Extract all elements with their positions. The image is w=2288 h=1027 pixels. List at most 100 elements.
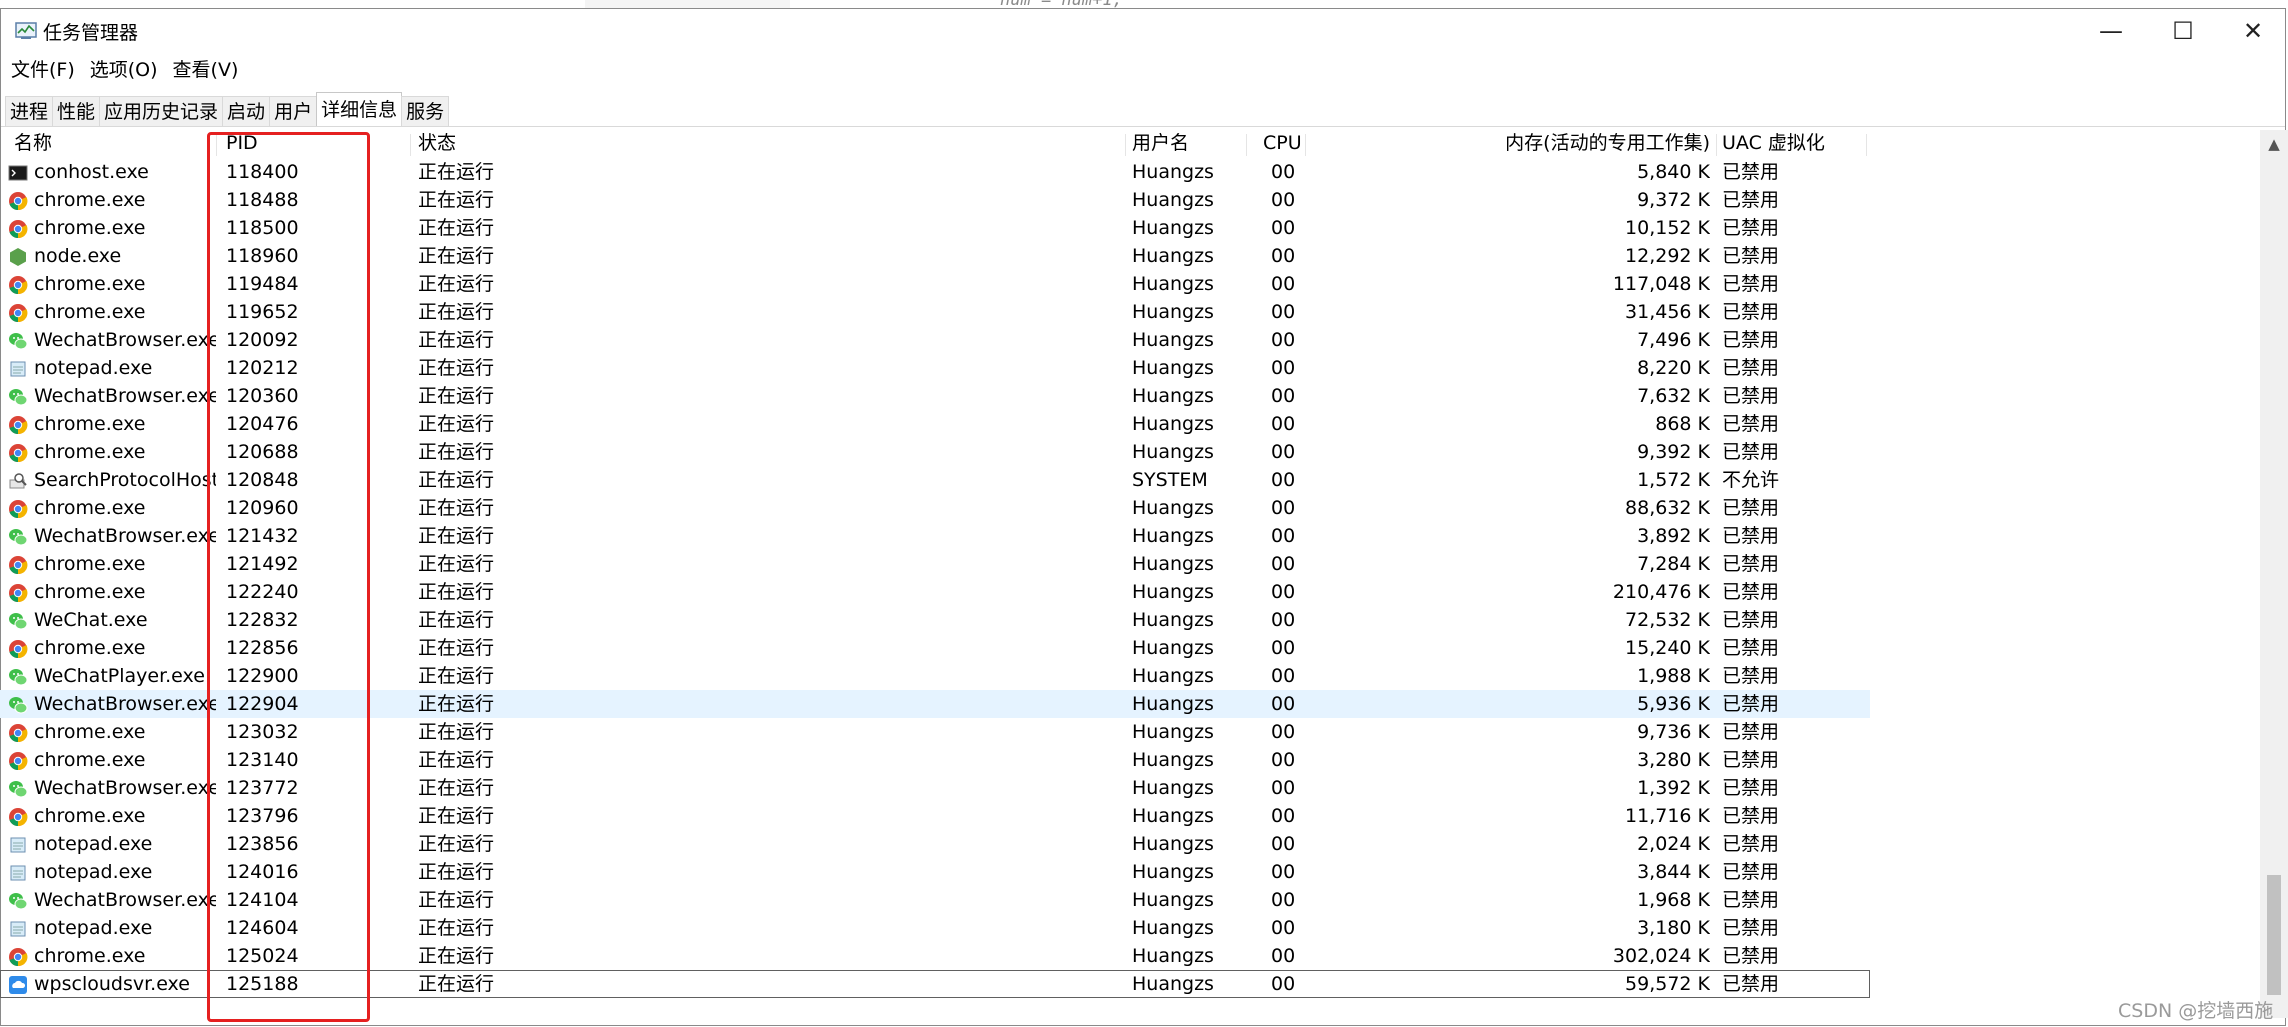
tab-processes[interactable]: 进程	[5, 96, 54, 127]
scroll-up-arrow-icon[interactable]: ▲	[2260, 130, 2288, 158]
column-header-name[interactable]: 名称	[14, 130, 52, 156]
chrome-icon	[8, 219, 28, 239]
column-separator[interactable]	[1125, 134, 1126, 156]
process-name: chrome.exe	[34, 721, 146, 743]
process-status: 正在运行	[418, 525, 495, 547]
process-name: chrome.exe	[34, 273, 146, 295]
window-title: 任务管理器	[43, 22, 139, 44]
tab-divider	[1, 126, 2285, 127]
close-button[interactable]: ✕	[2219, 9, 2285, 53]
column-header-uac[interactable]: UAC 虚拟化	[1722, 130, 1825, 156]
tab-startup[interactable]: 启动	[222, 96, 271, 127]
process-user: Huangzs	[1132, 581, 1214, 603]
column-header-cpu[interactable]: CPU	[1263, 130, 1302, 156]
process-uac: 已禁用	[1722, 945, 1780, 967]
process-status: 正在运行	[418, 917, 495, 939]
process-status: 正在运行	[418, 749, 495, 771]
process-uac: 已禁用	[1722, 525, 1780, 547]
process-name: chrome.exe	[34, 749, 146, 771]
process-name: chrome.exe	[34, 301, 146, 323]
maximize-button[interactable]: ☐	[2149, 9, 2217, 53]
process-uac: 已禁用	[1722, 245, 1780, 267]
column-header-memory[interactable]: 内存(活动的专用工作集)	[1380, 130, 1710, 156]
process-uac: 已禁用	[1722, 889, 1780, 911]
cloud-icon	[8, 975, 28, 995]
tab-details[interactable]: 详细信息	[316, 92, 403, 127]
process-status: 正在运行	[418, 777, 495, 799]
process-cpu: 00	[1271, 273, 1296, 295]
process-status: 正在运行	[418, 161, 495, 183]
process-uac: 已禁用	[1722, 581, 1780, 603]
process-cpu: 00	[1271, 721, 1296, 743]
title-bar[interactable]: 任务管理器 — ☐ ✕	[1, 9, 2285, 53]
process-user: Huangzs	[1132, 973, 1214, 995]
menu-file[interactable]: 文件(F)	[1, 55, 80, 85]
wechat-icon	[8, 667, 28, 687]
wechat-icon	[8, 387, 28, 407]
wechat-icon	[8, 779, 28, 799]
process-cpu: 00	[1271, 469, 1296, 491]
process-memory: 868 K	[1655, 413, 1710, 435]
notepad-icon	[8, 863, 28, 883]
process-name: WechatBrowser.exe	[34, 329, 216, 351]
process-name: chrome.exe	[34, 497, 146, 519]
tab-app-history[interactable]: 应用历史记录	[99, 96, 224, 127]
process-uac: 不允许	[1722, 469, 1780, 491]
process-memory: 72,532 K	[1625, 609, 1710, 631]
process-user: Huangzs	[1132, 833, 1214, 855]
process-memory: 59,572 K	[1625, 973, 1710, 995]
process-memory: 11,716 K	[1625, 805, 1710, 827]
column-separator[interactable]	[1246, 134, 1247, 156]
process-memory: 9,372 K	[1637, 189, 1710, 211]
scrollbar-thumb[interactable]	[2267, 875, 2281, 995]
wechat-icon	[8, 331, 28, 351]
process-status: 正在运行	[418, 805, 495, 827]
process-user: Huangzs	[1132, 609, 1214, 631]
process-memory: 3,892 K	[1637, 525, 1710, 547]
process-memory: 302,024 K	[1612, 945, 1710, 967]
process-name: notepad.exe	[34, 833, 153, 855]
process-cpu: 00	[1271, 833, 1296, 855]
process-memory: 117,048 K	[1612, 273, 1710, 295]
minimize-button[interactable]: —	[2077, 9, 2145, 53]
process-cpu: 00	[1271, 665, 1296, 687]
process-uac: 已禁用	[1722, 553, 1780, 575]
chrome-icon	[8, 807, 28, 827]
process-memory: 3,844 K	[1637, 861, 1710, 883]
menu-options[interactable]: 选项(O)	[80, 55, 163, 85]
process-status: 正在运行	[418, 469, 495, 491]
process-memory: 12,292 K	[1625, 245, 1710, 267]
process-memory: 2,024 K	[1637, 833, 1710, 855]
tab-performance[interactable]: 性能	[52, 96, 101, 127]
column-separator[interactable]	[410, 134, 411, 156]
process-status: 正在运行	[418, 581, 495, 603]
process-name: notepad.exe	[34, 357, 153, 379]
process-name: chrome.exe	[34, 217, 146, 239]
process-user: Huangzs	[1132, 945, 1214, 967]
process-cpu: 00	[1271, 525, 1296, 547]
process-status: 正在运行	[418, 273, 495, 295]
process-status: 正在运行	[418, 245, 495, 267]
column-header-status[interactable]: 状态	[418, 130, 456, 156]
tab-services[interactable]: 服务	[401, 96, 450, 127]
process-status: 正在运行	[418, 833, 495, 855]
column-separator[interactable]	[1716, 134, 1717, 156]
process-memory: 9,736 K	[1637, 721, 1710, 743]
column-header-user[interactable]: 用户名	[1132, 130, 1189, 156]
process-user: Huangzs	[1132, 441, 1214, 463]
process-cpu: 00	[1271, 161, 1296, 183]
process-cpu: 00	[1271, 329, 1296, 351]
vertical-scrollbar[interactable]: ▲	[2260, 130, 2288, 1018]
process-memory: 10,152 K	[1625, 217, 1710, 239]
column-separator[interactable]	[1866, 134, 1867, 156]
menu-view[interactable]: 查看(V)	[163, 55, 244, 85]
process-memory: 1,988 K	[1637, 665, 1710, 687]
wechat-icon	[8, 527, 28, 547]
process-memory: 1,572 K	[1637, 469, 1710, 491]
tab-bar: 进程 性能 应用历史记录 启动 用户 详细信息 服务	[5, 91, 450, 127]
column-separator[interactable]	[1305, 134, 1306, 156]
process-status: 正在运行	[418, 637, 495, 659]
tab-users[interactable]: 用户	[269, 96, 318, 127]
chrome-icon	[8, 499, 28, 519]
process-status: 正在运行	[418, 385, 495, 407]
